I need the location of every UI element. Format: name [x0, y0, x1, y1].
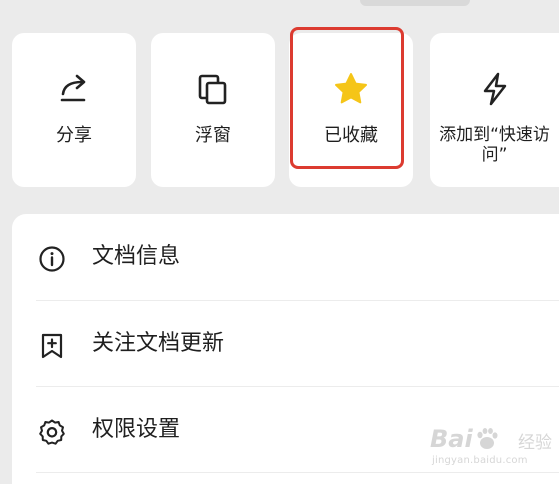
floating-window-button[interactable]: 浮窗: [151, 33, 275, 187]
share-button[interactable]: 分享: [12, 33, 136, 187]
share-icon: [54, 69, 94, 109]
floating-window-label: 浮窗: [195, 125, 231, 146]
star-icon: [331, 69, 371, 109]
menu-item-doc-info[interactable]: 文档信息: [12, 214, 559, 300]
lightning-icon: [475, 69, 515, 109]
divider: [36, 472, 559, 473]
add-to-quick-access-button[interactable]: 添加到“快速访问”: [430, 33, 559, 187]
add-to-quick-access-label: 添加到“快速访问”: [439, 125, 550, 165]
share-label: 分享: [56, 125, 92, 146]
sheet-top-element: [360, 0, 470, 6]
menu-item-follow-updates[interactable]: 关注文档更新: [12, 301, 559, 387]
menu-item-label: 文档信息: [92, 244, 181, 269]
gear-icon: [38, 418, 66, 446]
favorite-button[interactable]: 已收藏: [289, 33, 413, 187]
info-icon: [38, 245, 66, 273]
watermark-suffix: 经验: [518, 433, 552, 453]
watermark-brand: Bai: [430, 425, 473, 453]
favorite-label: 已收藏: [324, 125, 378, 146]
watermark-url: jingyan.baidu.com: [432, 455, 528, 466]
baidu-watermark: Bai 经验 jingyan.baidu.com: [430, 425, 555, 470]
menu-item-label: 权限设置: [92, 417, 181, 442]
floating-window-icon: [193, 69, 233, 109]
menu-item-label: 关注文档更新: [92, 331, 225, 356]
paw-icon: [474, 427, 500, 451]
bookmark-plus-icon: [38, 332, 66, 360]
